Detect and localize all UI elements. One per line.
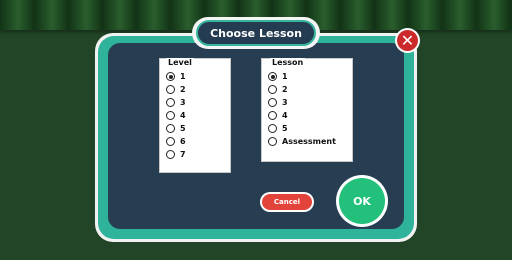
level-radio[interactable] [166,85,175,94]
lesson-radio[interactable] [268,98,277,107]
lesson-radio[interactable] [268,72,277,81]
lesson-option-label: 3 [282,98,288,107]
level-panel-title: Level [166,58,194,67]
level-option[interactable]: 7 [166,148,186,161]
level-radio[interactable] [166,124,175,133]
cancel-button-label[interactable]: Cancel [262,194,312,210]
lesson-option[interactable]: 3 [268,96,336,109]
level-option-label: 3 [180,98,186,107]
lesson-option[interactable]: 2 [268,83,336,96]
level-option-label: 6 [180,137,186,146]
level-radio[interactable] [166,150,175,159]
lesson-option-label: 2 [282,85,288,94]
close-icon[interactable]: ✕ [397,30,418,51]
level-options: 1 2 3 4 5 6 7 [166,70,186,161]
lesson-options: 1 2 3 4 5 Assessment [268,70,336,148]
level-option-label: 4 [180,111,186,120]
level-option[interactable]: 4 [166,109,186,122]
level-option-label: 1 [180,72,186,81]
lesson-option[interactable]: Assessment [268,135,336,148]
lesson-option[interactable]: 5 [268,122,336,135]
lesson-panel: Lesson 1 2 3 4 5 Assessment [261,58,353,162]
lesson-radio[interactable] [268,111,277,120]
ok-button[interactable]: OK [336,175,388,227]
level-option[interactable]: 1 [166,70,186,83]
lesson-option-label: 4 [282,111,288,120]
level-option[interactable]: 5 [166,122,186,135]
lesson-option-label: 5 [282,124,288,133]
lesson-option[interactable]: 1 [268,70,336,83]
close-button[interactable]: ✕ [395,28,420,53]
lesson-radio[interactable] [268,124,277,133]
lesson-option-label: 1 [282,72,288,81]
ok-button-label[interactable]: OK [339,178,385,224]
level-option-label: 5 [180,124,186,133]
lesson-radio[interactable] [268,137,277,146]
level-radio[interactable] [166,98,175,107]
dialog-title: Choose Lesson [196,20,316,46]
level-radio[interactable] [166,111,175,120]
lesson-option-label: Assessment [282,137,336,146]
level-option-label: 7 [180,150,186,159]
cancel-button[interactable]: Cancel [260,192,314,212]
level-radio[interactable] [166,137,175,146]
level-option[interactable]: 3 [166,96,186,109]
level-option-label: 2 [180,85,186,94]
lesson-radio[interactable] [268,85,277,94]
level-option[interactable]: 2 [166,83,186,96]
level-radio[interactable] [166,72,175,81]
level-panel: Level 1 2 3 4 5 6 7 [159,58,231,173]
lesson-option[interactable]: 4 [268,109,336,122]
level-option[interactable]: 6 [166,135,186,148]
lesson-panel-title: Lesson [270,58,306,67]
